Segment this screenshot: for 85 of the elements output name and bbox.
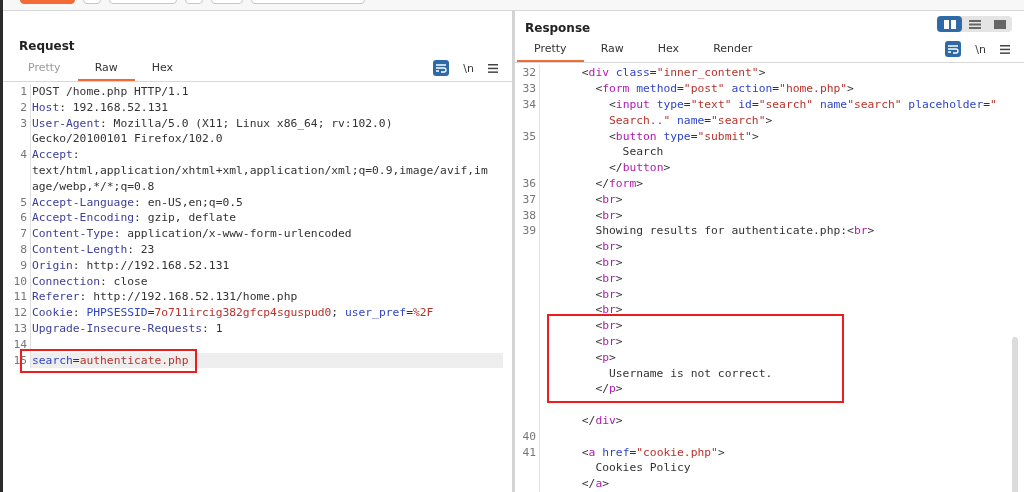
code-line: Gecko/20100101 Firefox/102.0 <box>32 132 223 146</box>
code-line: <br> <box>594 287 623 301</box>
code-line: Accept-Language: en-US,en;q=0.5 <box>32 195 243 209</box>
code-line: <a href="cookie.php"> <box>580 445 725 459</box>
scrollbar-thumb[interactable] <box>1012 337 1018 492</box>
code-line: Accept: <box>32 148 80 162</box>
line-number: 5 <box>20 195 27 209</box>
code-line: Username is not correct. <box>608 366 773 380</box>
code-line: Cookie: PHPSESSID=7o711ircig382gfcp4sguspud0; user_pref=%2F <box>32 306 434 320</box>
word-wrap-icon[interactable] <box>433 60 450 76</box>
line-number: 39 <box>522 224 536 238</box>
code-line: Accept-Encoding: gzip, deflate <box>32 211 237 225</box>
line-number: 1 <box>20 85 27 98</box>
code-line: Upgrade-Insecure-Requests: 1 <box>32 321 223 335</box>
code-line: <br> <box>594 256 623 270</box>
code-line: User-Agent: Mozilla/5.0 (X11; Linux x86_64; rv:102.0) <box>32 116 393 130</box>
code-line: </p> <box>594 382 623 396</box>
code-line: <br> <box>594 271 623 285</box>
code-line: <br> <box>594 319 623 333</box>
line-number: 36 <box>522 177 536 191</box>
code-line: <br> <box>594 303 623 317</box>
code-line: Referer: http://192.168.52.131/home.php <box>32 290 298 304</box>
line-number: 38 <box>522 208 536 222</box>
line-number: 7 <box>20 227 27 241</box>
columns-layout-button[interactable] <box>937 16 962 32</box>
line-number: 2 <box>20 100 27 114</box>
two-columns-icon <box>943 19 956 29</box>
code-line: <br> <box>594 192 623 206</box>
line-number: 6 <box>20 211 27 225</box>
line-number: 3 <box>20 116 27 130</box>
line-number: 34 <box>522 98 536 112</box>
code-line: </form> <box>594 177 644 191</box>
code-line: text/html,application/xhtml+xml,application/xml;q=0.9,image/avif,im <box>32 164 488 177</box>
rows-icon <box>968 19 981 29</box>
line-number: 4 <box>20 148 27 162</box>
line-number: 14 <box>13 337 27 351</box>
code-line: Content-Type: application/x-www-form-urlencoded <box>32 227 352 241</box>
code-line: <button type="submit"> <box>608 129 759 143</box>
line-number: 10 <box>13 274 27 288</box>
line-number: 9 <box>20 258 27 272</box>
code-line: Search <box>621 145 664 159</box>
code-line: </button> <box>608 161 671 175</box>
word-wrap-icon[interactable] <box>945 41 962 58</box>
menu-icon[interactable] <box>1000 45 1010 54</box>
view-tab[interactable]: Raw <box>77 61 135 81</box>
code-line: <br> <box>594 335 623 349</box>
newline-toggle[interactable]: \n <box>975 43 986 56</box>
view-tab[interactable]: Hex <box>134 61 191 81</box>
code-line: </a> <box>580 477 610 491</box>
view-tab[interactable]: Render <box>696 42 770 63</box>
line-number: 33 <box>522 82 536 96</box>
line-number: 40 <box>522 429 536 443</box>
square-icon <box>993 19 1006 29</box>
code-line: age/webp,*/*;q=0.8 <box>32 179 155 193</box>
code-line: <br> <box>594 240 623 254</box>
code-line: Showing results for authenticate.php:<br> <box>594 224 875 238</box>
view-tab[interactable]: Hex <box>640 42 697 63</box>
line-number: 12 <box>13 306 27 320</box>
view-tab[interactable]: Pretty <box>517 42 584 63</box>
code-line: POST /home.php HTTP/1.1 <box>32 85 189 98</box>
code-line: Connection: close <box>32 274 148 288</box>
line-number: 35 <box>522 129 536 143</box>
code-line: Origin: http://192.168.52.131 <box>32 258 230 272</box>
view-tab[interactable]: Raw <box>583 42 641 63</box>
pane-title: Response <box>525 21 591 38</box>
code-line: <br> <box>594 208 623 222</box>
code-line: <form method="post" action="home.php"> <box>594 82 854 96</box>
menu-icon[interactable] <box>488 63 498 73</box>
line-number: 13 <box>13 321 27 335</box>
code-line: Cookies Policy <box>594 461 691 475</box>
line-number: 41 <box>522 445 536 459</box>
code-line: Search.." name="search"> <box>608 113 773 127</box>
newline-toggle[interactable]: \n <box>463 61 474 75</box>
line-number: 11 <box>13 290 27 304</box>
code-line: </div> <box>580 414 623 427</box>
code-line: Host: 192.168.52.131 <box>32 100 169 114</box>
pane-title: Request <box>19 39 75 55</box>
code-line: search=authenticate.php <box>32 353 189 367</box>
code-line: Content-Length: 23 <box>32 242 155 256</box>
code-line: <input type="text" id="search" name"search" placeholder=" <box>608 98 997 112</box>
line-number: 32 <box>522 66 536 80</box>
line-number: 8 <box>20 242 27 256</box>
line-number: 37 <box>522 192 536 206</box>
code-line: <div class="inner_content"> <box>580 66 766 80</box>
code-line: <p> <box>594 350 616 364</box>
